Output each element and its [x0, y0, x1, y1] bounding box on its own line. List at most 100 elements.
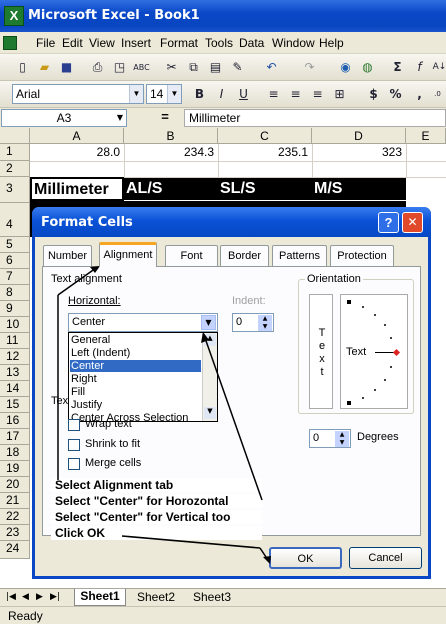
- sort-ascending-icon[interactable]: A↓: [430, 58, 446, 77]
- column-header[interactable]: A: [30, 128, 124, 144]
- chevron-down-icon[interactable]: ▼: [167, 85, 181, 103]
- insert-function-icon[interactable]: f: [410, 58, 429, 77]
- spelling-icon[interactable]: ABC: [132, 58, 151, 77]
- tab-protection[interactable]: Protection: [330, 245, 394, 267]
- copy-icon[interactable]: ⧉: [184, 58, 203, 77]
- paste-icon[interactable]: ▤: [206, 58, 225, 77]
- row-header[interactable]: 6: [0, 253, 30, 269]
- scroll-down-icon[interactable]: ▼: [204, 407, 216, 419]
- percent-icon[interactable]: %: [386, 85, 405, 104]
- cell-a1[interactable]: 28.0: [30, 145, 124, 159]
- row-header[interactable]: 3: [0, 177, 30, 203]
- chevron-down-icon[interactable]: ▼: [129, 85, 143, 103]
- menu-view[interactable]: View: [89, 36, 115, 50]
- help-button[interactable]: ?: [378, 212, 399, 233]
- merge-center-icon[interactable]: ⊞: [330, 85, 349, 104]
- format-painter-icon[interactable]: ✎: [228, 58, 247, 77]
- print-icon[interactable]: ⎙: [88, 58, 107, 77]
- last-sheet-icon[interactable]: ▶|: [50, 592, 60, 602]
- cell-d1[interactable]: 323: [312, 145, 406, 159]
- formula-input[interactable]: Millimeter: [184, 109, 446, 127]
- row-header[interactable]: 15: [0, 397, 30, 413]
- spin-down-icon[interactable]: ▼: [258, 323, 272, 331]
- shrink-to-fit-checkbox[interactable]: [68, 439, 80, 451]
- row-header[interactable]: 20: [0, 477, 30, 493]
- cell-c1[interactable]: 235.1: [218, 145, 312, 159]
- scroll-up-icon[interactable]: ▲: [204, 334, 216, 346]
- row-header[interactable]: 16: [0, 413, 30, 429]
- cell-b3[interactable]: AL/S: [124, 178, 218, 200]
- next-sheet-icon[interactable]: ▶: [36, 592, 43, 602]
- close-button[interactable]: ✕: [402, 212, 423, 233]
- print-preview-icon[interactable]: ◳: [110, 58, 129, 77]
- name-box[interactable]: A3: [1, 109, 127, 127]
- list-scrollbar[interactable]: ▲ ▼: [202, 333, 217, 421]
- first-sheet-icon[interactable]: |◀: [6, 592, 16, 602]
- column-header[interactable]: C: [218, 128, 312, 144]
- column-header[interactable]: B: [124, 128, 218, 144]
- indent-spinner[interactable]: 0 ▲ ▼: [232, 313, 274, 332]
- vertical-text-box[interactable]: T e x t: [309, 294, 333, 409]
- menu-help[interactable]: Help: [319, 36, 344, 50]
- row-header[interactable]: 13: [0, 365, 30, 381]
- row-header[interactable]: 1: [0, 144, 30, 161]
- column-header[interactable]: E: [406, 128, 446, 144]
- hyperlink-icon[interactable]: ◉: [336, 58, 355, 77]
- row-header[interactable]: 14: [0, 381, 30, 397]
- row-header[interactable]: 24: [0, 541, 30, 559]
- row-header[interactable]: 10: [0, 317, 30, 333]
- menu-file[interactable]: File: [36, 36, 55, 50]
- option-justify[interactable]: Justify: [71, 399, 102, 411]
- redo-icon[interactable]: ↷: [300, 58, 319, 77]
- row-header[interactable]: 21: [0, 493, 30, 509]
- option-right[interactable]: Right: [71, 373, 97, 385]
- workbook-icon[interactable]: [3, 36, 17, 50]
- option-general[interactable]: General: [71, 334, 110, 346]
- orientation-dial[interactable]: Text: [340, 294, 408, 409]
- sheet-tab-1[interactable]: Sheet1: [74, 589, 126, 606]
- cell-a3[interactable]: Millimeter: [30, 177, 124, 201]
- menu-window[interactable]: Window: [272, 36, 315, 50]
- spin-up-icon[interactable]: ▲: [258, 315, 272, 323]
- sheet-tab-3[interactable]: Sheet3: [186, 590, 238, 606]
- option-center[interactable]: Center: [70, 360, 201, 372]
- align-right-icon[interactable]: ≡: [308, 85, 327, 104]
- autosum-icon[interactable]: Σ: [388, 58, 407, 77]
- row-header[interactable]: 11: [0, 333, 30, 349]
- cell-d3[interactable]: M/S: [312, 178, 406, 200]
- select-all-corner[interactable]: [0, 128, 30, 144]
- column-header[interactable]: D: [312, 128, 406, 144]
- row-header[interactable]: 2: [0, 161, 30, 177]
- tab-patterns[interactable]: Patterns: [272, 245, 327, 267]
- menu-edit[interactable]: Edit: [62, 36, 83, 50]
- open-icon[interactable]: ▰: [35, 58, 54, 77]
- spin-up-icon[interactable]: ▲: [335, 431, 349, 439]
- tab-number[interactable]: Number: [43, 245, 92, 267]
- font-size-dropdown[interactable]: 14 ▼: [146, 84, 182, 104]
- align-left-icon[interactable]: ≡: [264, 85, 283, 104]
- row-header[interactable]: 19: [0, 461, 30, 477]
- prev-sheet-icon[interactable]: ◀: [22, 592, 29, 602]
- chevron-down-icon[interactable]: ▼: [201, 315, 216, 330]
- option-left-indent[interactable]: Left (Indent): [71, 347, 130, 359]
- row-header[interactable]: 8: [0, 285, 30, 301]
- menu-format[interactable]: Format: [160, 36, 198, 50]
- menu-tools[interactable]: Tools: [205, 36, 233, 50]
- row-header[interactable]: 22: [0, 509, 30, 525]
- tab-border[interactable]: Border: [220, 245, 269, 267]
- cancel-button[interactable]: Cancel: [349, 547, 422, 569]
- row-header[interactable]: 12: [0, 349, 30, 365]
- horizontal-select[interactable]: Center ▼: [68, 313, 218, 332]
- cut-icon[interactable]: ✂: [162, 58, 181, 77]
- horizontal-options-list[interactable]: General Left (Indent) Center Right Fill …: [68, 332, 218, 424]
- row-header[interactable]: 5: [0, 237, 30, 253]
- sheet-tab-2[interactable]: Sheet2: [130, 590, 182, 606]
- option-fill[interactable]: Fill: [71, 386, 85, 398]
- merge-cells-checkbox[interactable]: [68, 458, 80, 470]
- tab-font[interactable]: Font: [165, 245, 218, 267]
- increase-decimal-icon[interactable]: .0: [428, 85, 446, 104]
- tab-alignment[interactable]: Alignment: [99, 242, 157, 267]
- align-center-icon[interactable]: ≡: [286, 85, 305, 104]
- font-name-dropdown[interactable]: Arial ▼: [12, 84, 144, 104]
- comma-style-icon[interactable]: ,: [410, 85, 429, 104]
